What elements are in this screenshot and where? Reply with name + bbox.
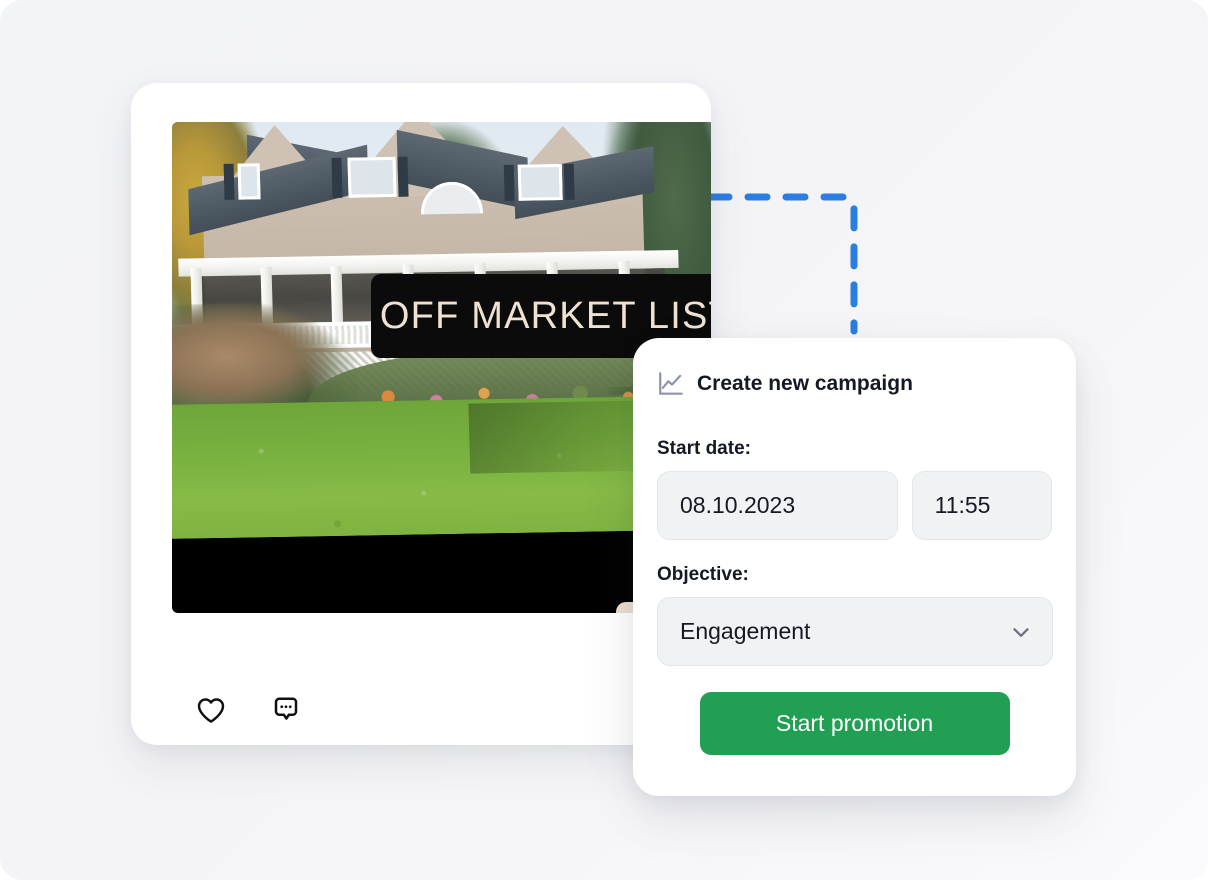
start-promotion-button[interactable]: Start promotion bbox=[699, 692, 1010, 755]
panel-title: Create new campaign bbox=[697, 372, 913, 395]
heart-icon bbox=[197, 698, 225, 723]
photo-window-2 bbox=[347, 156, 397, 198]
chevron-down-icon bbox=[1013, 627, 1029, 637]
start-date-label: Start date: bbox=[657, 438, 751, 459]
post-actions bbox=[172, 643, 711, 743]
social-post-card: OFF MARKET LISTING 4 500 000 $ 2840 Glen… bbox=[131, 83, 711, 745]
objective-selected-value: Engagement bbox=[680, 618, 811, 644]
objective-label: Objective: bbox=[657, 564, 749, 585]
comment-bubble-icon bbox=[274, 697, 298, 720]
panel-header: Create new campaign bbox=[657, 370, 1052, 398]
start-date-value: 08.10.2023 bbox=[680, 492, 796, 518]
dashed-connector bbox=[706, 193, 858, 335]
photo-shutter-3 bbox=[397, 156, 409, 197]
line-chart-icon bbox=[659, 372, 683, 395]
like-button[interactable] bbox=[192, 691, 230, 729]
photo-shutter-4 bbox=[503, 164, 515, 201]
photo-shutter-2 bbox=[331, 157, 343, 198]
dashed-connector-path bbox=[706, 193, 858, 335]
app-canvas: OFF MARKET LISTING 4 500 000 $ 2840 Glen… bbox=[0, 0, 1208, 880]
create-campaign-panel: Create new campaign Start date: 08.10.20… bbox=[633, 338, 1076, 796]
off-market-banner-label: OFF MARKET LISTING bbox=[379, 294, 711, 337]
photo-shutter-5 bbox=[563, 163, 575, 200]
photo-shutter-1 bbox=[223, 163, 235, 200]
post-media: OFF MARKET LISTING 4 500 000 $ 2840 Glen… bbox=[172, 122, 711, 613]
start-date-row: 08.10.2023 11:55 bbox=[657, 471, 1052, 540]
start-date-input[interactable]: 08.10.2023 bbox=[657, 471, 898, 540]
photo-window-1 bbox=[237, 163, 261, 200]
start-time-input[interactable]: 11:55 bbox=[911, 471, 1052, 540]
objective-select[interactable]: Engagement bbox=[657, 597, 1053, 666]
photo-window-3 bbox=[517, 163, 563, 201]
comment-button[interactable] bbox=[267, 691, 305, 729]
start-time-value: 11:55 bbox=[934, 492, 991, 518]
